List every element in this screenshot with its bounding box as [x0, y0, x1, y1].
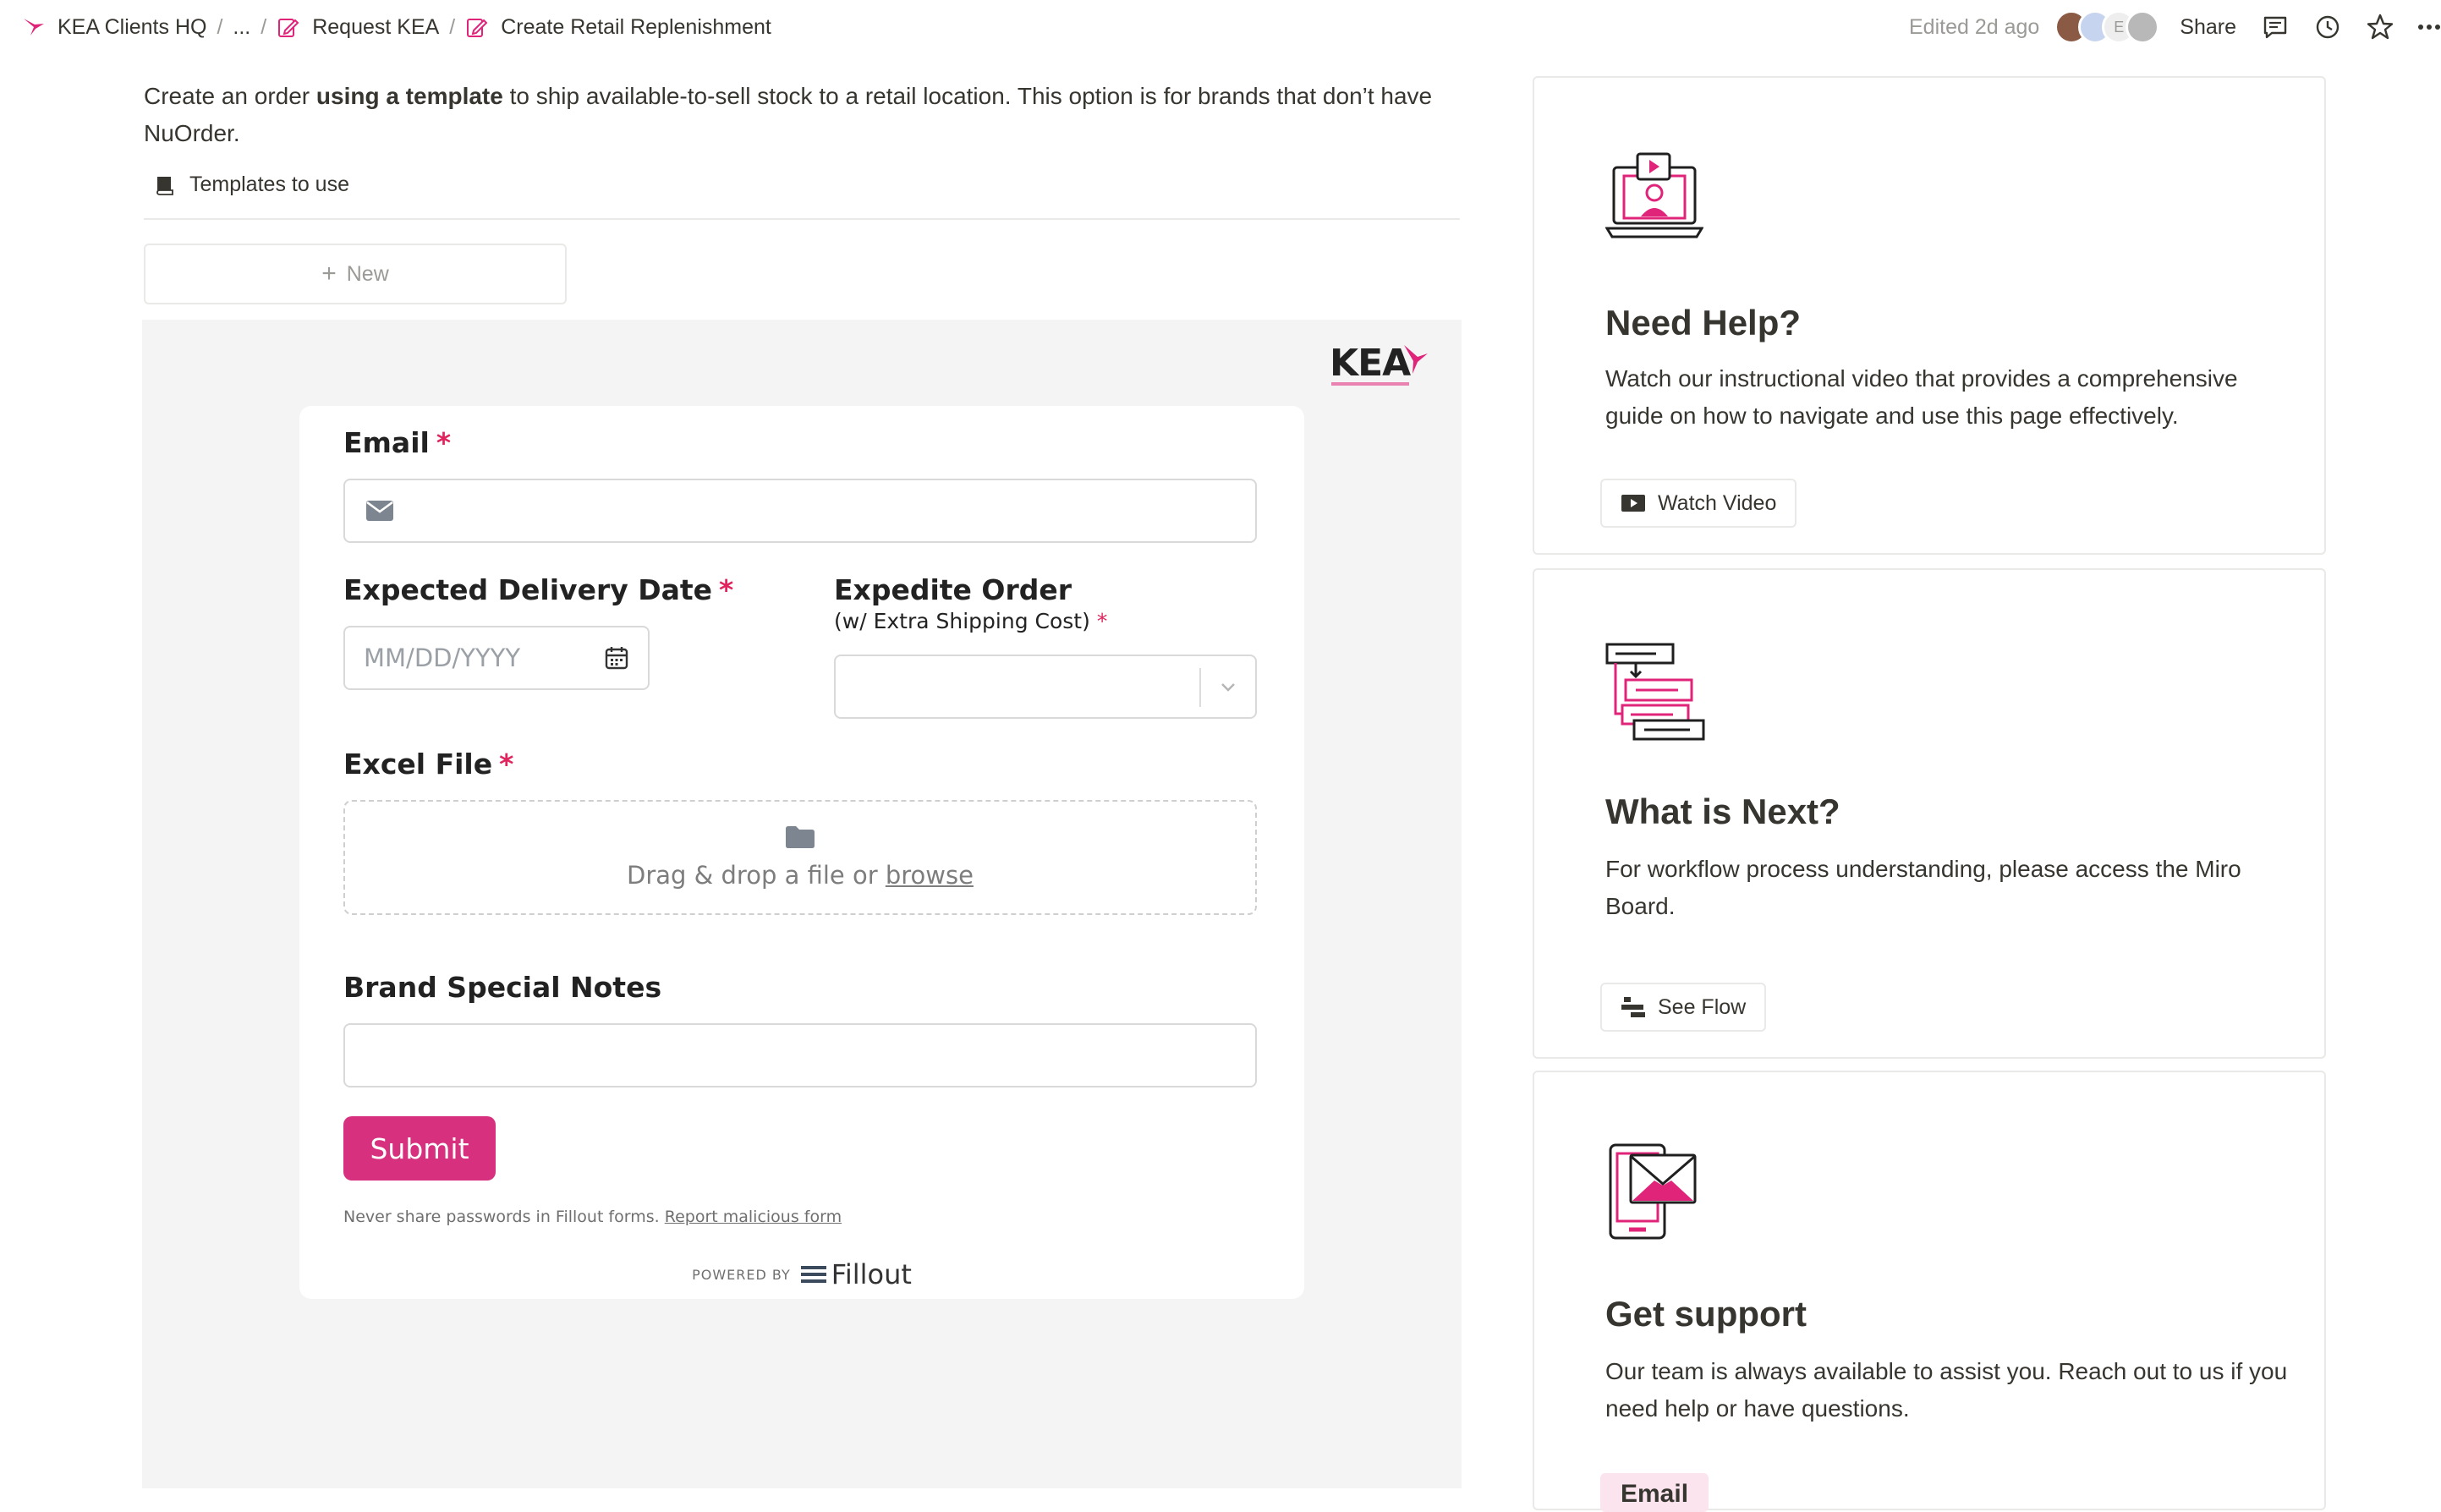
- breadcrumb-separator: /: [449, 14, 456, 39]
- file-dropzone[interactable]: Drag & drop a file or browse: [343, 800, 1257, 915]
- date-placeholder: MM/DD/YYYY: [364, 644, 521, 672]
- powered-by-label: POWERED BY: [692, 1266, 791, 1283]
- support-mail-icon: [1609, 1143, 1697, 1240]
- video-icon: [1621, 495, 1645, 512]
- breadcrumb-label: ...: [233, 14, 251, 39]
- fillout-logo-icon: [800, 1266, 826, 1283]
- divider: [144, 218, 1460, 220]
- breadcrumb-separator: /: [217, 14, 223, 39]
- kea-logo: KEA: [1330, 342, 1428, 386]
- brand-notes-field[interactable]: [343, 1023, 1257, 1087]
- card-title: What is Next?: [1605, 792, 1840, 831]
- card-body: Our team is always available to assist y…: [1605, 1358, 2288, 1422]
- fillout-form: Email * Expected Delivery Date * MM/DD/YYY…: [299, 406, 1304, 1299]
- embedded-form-container: KEA Email * Expected Delivery Date * MM/DD…: [142, 320, 1462, 1488]
- workflow-icon: [1605, 643, 1705, 741]
- email-support-button[interactable]: Email: [1600, 1473, 1709, 1512]
- submit-button[interactable]: Submit: [343, 1116, 496, 1181]
- edit-page-icon: [467, 19, 488, 37]
- history-clock-icon[interactable]: [2312, 12, 2343, 42]
- form-disclaimer: Never share passwords in Fillout forms. …: [343, 1208, 842, 1226]
- edit-page-icon: [278, 19, 299, 37]
- new-template-button[interactable]: + New: [144, 244, 567, 304]
- edited-timestamp: Edited 2d ago: [1908, 14, 2040, 39]
- flow-icon: [1621, 997, 1645, 1017]
- report-malicious-form-link[interactable]: Report malicious form: [665, 1208, 842, 1226]
- top-bar: KEA Clients HQ / ... / Request KEA / Cre…: [0, 0, 2441, 54]
- more-options-icon[interactable]: [2417, 12, 2441, 42]
- video-tutorial-icon: [1605, 152, 1703, 238]
- collaborator-avatars[interactable]: E: [2054, 10, 2160, 44]
- share-button[interactable]: Share: [2180, 15, 2236, 40]
- breadcrumb: KEA Clients HQ / ... / Request KEA / Cre…: [17, 0, 776, 54]
- button-label: Watch Video: [1658, 490, 1777, 515]
- comments-icon[interactable]: [2260, 12, 2290, 42]
- book-icon: [156, 176, 173, 195]
- brand-notes-label: Brand Special Notes: [343, 971, 662, 1004]
- fillout-brand: Fillout: [800, 1258, 912, 1290]
- next-steps-card: What is Next? For workflow process under…: [1533, 568, 2326, 1059]
- calendar-icon[interactable]: [604, 645, 629, 671]
- breadcrumb-item-request-kea[interactable]: Request KEA: [272, 12, 444, 43]
- card-title: Need Help?: [1605, 303, 1802, 342]
- email-label: Email *: [343, 426, 452, 459]
- card-body: For workflow process understanding, plea…: [1605, 856, 2241, 919]
- button-label: Email: [1621, 1480, 1689, 1508]
- favorite-star-icon[interactable]: [2365, 12, 2395, 42]
- delivery-date-field[interactable]: MM/DD/YYYY: [343, 626, 650, 690]
- dropzone-text: Drag & drop a file or browse: [627, 861, 974, 890]
- watch-video-button[interactable]: Watch Video: [1600, 479, 1797, 528]
- breadcrumb-item-create-retail-replenishment[interactable]: Create Retail Replenishment: [460, 12, 776, 43]
- powered-by-fillout[interactable]: POWERED BY Fillout: [299, 1258, 1304, 1290]
- envelope-icon: [366, 501, 393, 521]
- templates-database-link[interactable]: Templates to use: [154, 173, 349, 197]
- templates-label: Templates to use: [189, 173, 349, 196]
- breadcrumb-label: KEA Clients HQ: [58, 14, 207, 39]
- page-intro-text: Create an order using a template to ship…: [144, 83, 1433, 146]
- card-title: Get support: [1605, 1294, 1807, 1334]
- svg-text:KEA: KEA: [1330, 342, 1411, 385]
- email-field[interactable]: [343, 479, 1257, 543]
- excel-file-label: Excel File *: [343, 748, 514, 781]
- help-card: Need Help? Watch our instructional video…: [1533, 76, 2326, 555]
- kea-bird-icon: [24, 19, 44, 36]
- expedite-order-label: Expedite Order: [834, 573, 1072, 606]
- see-flow-button[interactable]: See Flow: [1600, 983, 1767, 1032]
- expedite-order-sublabel: (w/ Extra Shipping Cost) *: [834, 609, 1108, 633]
- avatar: [2126, 10, 2160, 44]
- delivery-date-label: Expected Delivery Date *: [343, 573, 734, 606]
- browse-link[interactable]: browse: [886, 861, 974, 890]
- support-card: Get support Our team is always available…: [1533, 1071, 2326, 1512]
- topbar-actions: Edited 2d ago E Share: [1909, 0, 2441, 54]
- chevron-down-icon: [1221, 683, 1235, 692]
- breadcrumb-item-kea-clients-hq[interactable]: KEA Clients HQ: [17, 12, 211, 43]
- folder-icon: [786, 826, 815, 848]
- new-button-label: New: [346, 261, 389, 286]
- select-divider: [1199, 668, 1201, 707]
- button-label: See Flow: [1658, 994, 1747, 1019]
- breadcrumb-item-ellipsis[interactable]: ...: [228, 12, 255, 43]
- expedite-order-select[interactable]: [834, 655, 1257, 719]
- plus-icon: +: [321, 260, 337, 288]
- breadcrumb-label: Request KEA: [312, 14, 440, 39]
- breadcrumb-separator: /: [261, 14, 267, 39]
- card-body: Watch our instructional video that provi…: [1605, 365, 2238, 429]
- breadcrumb-label: Create Retail Replenishment: [501, 14, 771, 39]
